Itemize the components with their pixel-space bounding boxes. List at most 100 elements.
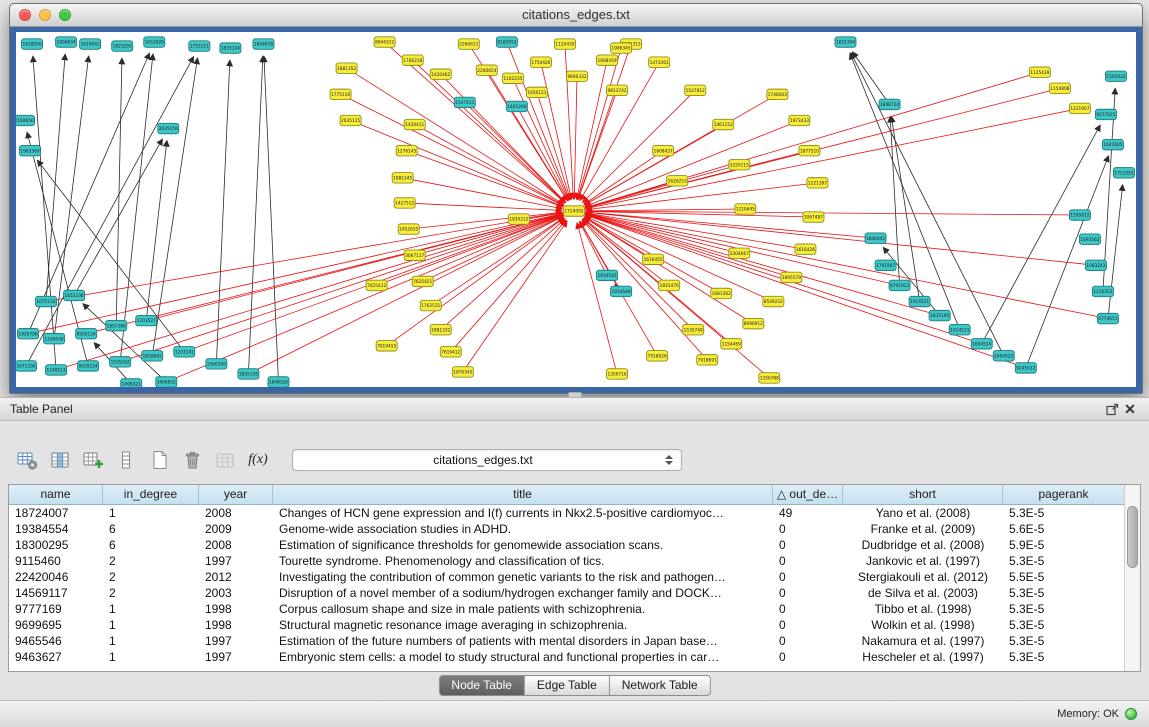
row-tools-icon[interactable] [113,448,139,472]
graph-edge[interactable] [586,183,817,210]
graph-edge[interactable] [537,92,570,199]
graph-edge[interactable] [583,219,731,344]
graph-node[interactable]: 1125439 [1029,67,1050,77]
graph-node[interactable]: 9813742 [607,85,628,95]
graph-edge[interactable] [441,219,565,330]
graph-node[interactable]: 1906652 [156,377,177,387]
graph-node[interactable]: 1203141 [174,347,195,357]
graph-node[interactable]: 1276145 [396,145,417,155]
minimize-button[interactable] [39,9,51,21]
graph-node[interactable]: 1791907 [875,260,896,270]
graph-node[interactable]: 1461208 [506,101,527,111]
table-row[interactable]: 977716911998Corpus callosum shape and si… [9,601,1125,617]
citation-network-graph[interactable]: 1724093161895618066341619042182105516516… [16,32,1136,387]
column-header-year[interactable]: year [199,485,273,504]
column-header-title[interactable]: title [273,485,773,504]
edit-columns-icon[interactable] [80,448,106,472]
graph-node[interactable]: 1496321 [121,379,142,387]
network-canvas[interactable]: 1724093161895618066341619042182105516516… [16,32,1136,387]
graph-node[interactable]: 1881345 [392,173,413,183]
graph-edge[interactable] [582,220,707,360]
delete-table-icon[interactable] [179,448,205,472]
graph-node[interactable]: 1641605 [1102,139,1123,149]
tab-network-table[interactable]: Network Table [610,675,711,696]
graph-node[interactable]: 1608437 [653,145,674,155]
graph-node[interactable]: 1694522 [993,351,1014,361]
graph-edge[interactable] [264,56,278,382]
graph-node[interactable]: 1535162 [110,357,131,367]
graph-edge[interactable] [852,52,889,105]
graph-node[interactable]: 1721055 [1113,168,1134,178]
graph-node[interactable]: 8549232 [763,296,784,306]
graph-edge[interactable] [146,141,167,321]
graph-node[interactable]: 2260654 [476,65,497,75]
graph-node[interactable]: 1754426 [530,57,551,67]
graph-node[interactable]: 1830212 [508,214,529,224]
graph-node[interactable]: 1748503 [767,89,788,99]
graph-node[interactable]: 1125435 [554,39,575,49]
graph-node[interactable]: 1671336 [16,361,37,371]
graph-node[interactable]: 1616455 [643,254,664,264]
graph-edge[interactable] [577,223,617,374]
graph-node[interactable]: 1821055 [112,41,133,51]
graph-edge[interactable] [584,94,777,205]
graph-edge[interactable] [585,215,1025,368]
new-table-icon[interactable] [146,448,172,472]
graph-node[interactable]: 1210352 [1092,286,1113,296]
graph-node[interactable]: 1210645 [735,204,756,214]
graph-edge[interactable] [116,58,122,326]
graph-node[interactable]: 1877510 [799,145,820,155]
graph-node[interactable]: 1102235 [502,73,523,83]
graph-node[interactable]: 1566356 [206,359,227,369]
graph-node[interactable]: 1619042 [80,39,101,49]
tab-edge-table[interactable]: Edge Table [525,675,610,696]
graph-edge[interactable] [1108,185,1123,319]
table-row[interactable]: 946362711997Embryonic stem cells: a mode… [9,649,1125,665]
table-row[interactable]: 1938455462009Genome-wide association stu… [9,521,1125,537]
column-header-out_de[interactable]: △ out_de… [773,485,843,504]
table-mode-icon[interactable] [14,448,40,472]
graph-node[interactable]: 1547411 [454,97,475,107]
graph-node[interactable]: 7619412 [440,347,461,357]
graph-node[interactable]: 8096912 [743,318,764,328]
graph-node[interactable]: 1221907 [1069,103,1090,113]
graph-node[interactable]: 2160656 [16,115,35,125]
graph-node[interactable]: 2260611 [458,39,479,49]
graph-node[interactable]: 1914545 [597,270,618,280]
function-builder-icon[interactable]: f(x) [245,448,271,472]
table-selector-dropdown[interactable]: citations_edges.txt [292,449,682,471]
graph-node[interactable]: 1652236 [64,290,85,300]
graph-node[interactable]: 1190513 [46,365,67,375]
graph-edge[interactable] [56,215,562,370]
graph-node[interactable]: 9245012 [1015,363,1036,373]
graph-node[interactable]: 7918691 [697,355,718,365]
graph-edge[interactable] [578,44,631,200]
graph-node[interactable]: 7918626 [647,351,668,361]
column-header-short[interactable]: short [843,485,1003,504]
graph-node[interactable]: 1595812 [1069,210,1090,220]
graph-edge[interactable] [585,215,791,278]
graph-node[interactable]: 1914533 [949,324,970,334]
graph-node[interactable]: 1848724 [879,99,900,109]
graph-edge[interactable] [578,90,617,199]
graph-node[interactable]: 9505134 [76,328,97,338]
graph-node[interactable]: 1831304 [835,37,856,47]
graph-node[interactable]: 1806634 [56,37,77,47]
graph-node[interactable]: 1356788 [759,373,780,383]
graph-node[interactable]: 1473261 [649,57,670,67]
graph-node[interactable]: 1926706 [18,328,39,338]
graph-node[interactable]: 1618956 [22,39,43,49]
graph-node[interactable]: 1835104 [220,43,241,53]
graph-node[interactable]: 1986345 [611,43,632,53]
graph-node[interactable]: 1835195 [929,310,950,320]
table-row[interactable]: 2242004622012Investigating the contribut… [9,569,1125,585]
tab-node-table[interactable]: Node Table [438,675,525,696]
graph-node[interactable]: 1881332 [430,324,451,334]
graph-edge[interactable] [574,76,577,199]
graph-node[interactable]: 1535749 [683,324,704,334]
graph-node[interactable]: 2035156 [158,123,179,133]
graph-node[interactable]: 3067117 [404,250,425,260]
graph-node[interactable]: 1693562 [1079,234,1100,244]
network-window-titlebar[interactable]: citations_edges.txt [10,4,1142,27]
table-row[interactable]: 1456911722003Disruption of a novel membe… [9,585,1125,601]
